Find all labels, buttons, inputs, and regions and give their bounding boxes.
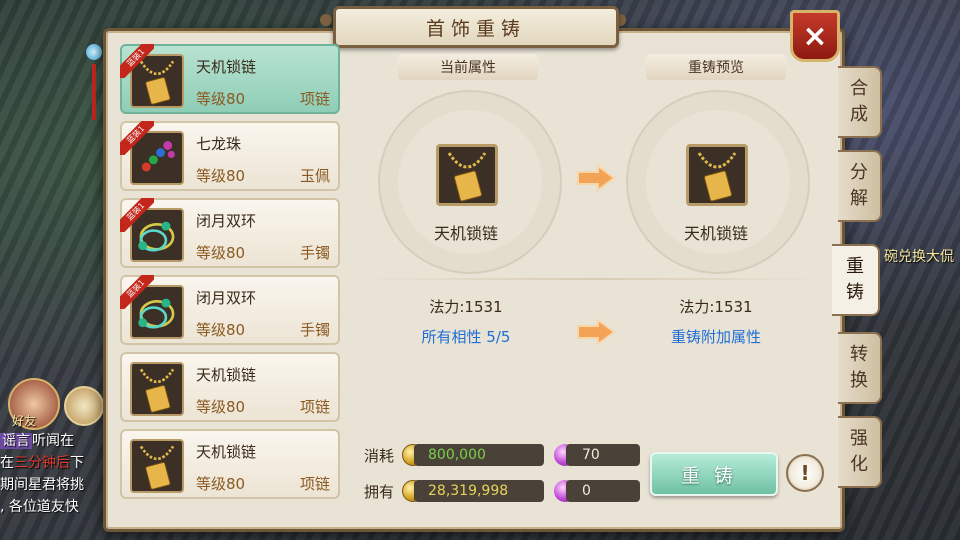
- list-item[interactable]: 蓝装1 闭月双环等级80 手镯: [120, 198, 340, 268]
- current-attr-header: 当前属性: [398, 54, 538, 80]
- item-type: 玉佩: [299, 167, 330, 185]
- chat-bubble-icon[interactable]: [64, 386, 104, 426]
- item-name: 七龙珠: [196, 135, 242, 153]
- own-gold: 28,319,998: [414, 480, 544, 502]
- pendant-decoration: [84, 44, 104, 134]
- list-item[interactable]: 蓝装1 天机锁链等级80 项链: [120, 44, 340, 114]
- tab-label: 化: [850, 454, 868, 475]
- badge-ribbon: 蓝装1: [120, 198, 154, 232]
- item-name: 闭月双环: [196, 212, 257, 230]
- tab-label: 铸: [846, 282, 864, 303]
- chat-line2-post: 下: [70, 455, 84, 471]
- chat-line2-red: 三分钟后: [14, 455, 70, 471]
- badge-text: 蓝装1: [120, 275, 154, 309]
- preview-stat: 法力:1531: [679, 298, 753, 316]
- tab-2[interactable]: 重铸: [832, 244, 880, 316]
- preview-header: 重铸预览: [646, 54, 786, 80]
- chat-tag: 谣言: [0, 433, 32, 449]
- scene-side-text: 碗兑换大侃: [884, 249, 954, 265]
- help-icon[interactable]: !: [786, 454, 824, 492]
- consume-gem: 70: [566, 444, 640, 466]
- tab-label: 解: [850, 188, 868, 209]
- list-item[interactable]: 天机锁链等级80 项链: [120, 429, 340, 499]
- consume-gold: 800,000: [414, 444, 544, 466]
- consume-label: 消耗: [364, 446, 395, 465]
- item-type: 手镯: [299, 244, 330, 262]
- tab-label: 合: [850, 78, 868, 99]
- close-icon: ×: [802, 18, 828, 54]
- chat-line3: 期间星君将挑: [0, 477, 84, 493]
- badge-ribbon: 蓝装1: [120, 275, 154, 309]
- item-type: 项链: [299, 398, 330, 416]
- current-stat: 法力:1531: [429, 298, 503, 316]
- title-wing-left: [320, 14, 332, 26]
- item-name: 天机锁链: [196, 443, 257, 461]
- bracelet-icon: [132, 221, 182, 260]
- arrow-right-icon: [577, 164, 616, 192]
- item-type: 项链: [299, 90, 330, 108]
- item-name: 天机锁链: [196, 366, 257, 384]
- badge-text: 蓝装1: [120, 121, 154, 155]
- chat-line2-pre: 在: [0, 455, 14, 471]
- tab-label: 重: [846, 256, 864, 277]
- preview-extra: 重铸附加属性: [670, 328, 761, 346]
- own-row: 拥有 28,319,998 0: [364, 479, 640, 503]
- arrow-right-icon: [577, 318, 616, 346]
- chat-line1: 听闻在: [32, 433, 74, 449]
- item-list[interactable]: 蓝装1 天机锁链 等级80 项链 蓝装1 七龙珠 等级80 玉佩 蓝装1 闭月双环 等级80 手镯 蓝装…: [120, 44, 342, 522]
- list-item[interactable]: 蓝装1 闭月双环等级80 手镯: [120, 275, 340, 345]
- consume-row: 消耗 800,000 70: [364, 443, 640, 467]
- attr-divider: [358, 278, 828, 280]
- item-name: 闭月双环: [196, 289, 257, 307]
- necklace-icon: [132, 368, 182, 414]
- tab-label: 换: [850, 370, 868, 391]
- tab-0[interactable]: 合成: [838, 66, 882, 138]
- tab-label: 转: [850, 344, 868, 365]
- tab-label: 成: [850, 104, 868, 125]
- tab-label: 强: [850, 428, 868, 449]
- necklace-icon: [697, 152, 737, 202]
- item-level: 等级80: [196, 475, 246, 493]
- preview-item-slot[interactable]: [686, 144, 748, 206]
- tab-3[interactable]: 转换: [838, 332, 882, 404]
- badge-text: 蓝装1: [120, 198, 154, 232]
- chat-line4: , 各位道友快: [0, 499, 79, 515]
- bracelet-icon: [132, 298, 182, 337]
- item-type: 项链: [299, 475, 330, 493]
- necklace-icon: [132, 445, 182, 491]
- badge-ribbon: 蓝装1: [120, 44, 154, 78]
- item-icon-slot: [130, 362, 184, 416]
- friend-label: 好友: [12, 414, 37, 428]
- own-gem: 0: [566, 480, 640, 502]
- list-item[interactable]: 天机锁链等级80 项链: [120, 352, 340, 422]
- pendant-icon: [132, 141, 182, 183]
- recast-button[interactable]: 重铸: [650, 452, 778, 496]
- item-level: 等级80: [196, 321, 246, 339]
- badge-ribbon: 蓝装1: [120, 121, 154, 155]
- list-item[interactable]: 蓝装1 七龙珠等级80 玉佩: [120, 121, 340, 191]
- item-level: 等级80: [196, 244, 246, 262]
- panel-title-text: 首饰重铸: [425, 17, 526, 40]
- item-level: 等级80: [196, 90, 246, 108]
- current-item-name: 天机锁链: [433, 224, 498, 243]
- preview-item-name: 天机锁链: [683, 224, 748, 243]
- tab-label: 分: [850, 162, 868, 183]
- current-extra: 所有相性 5/5: [421, 328, 511, 346]
- item-name: 天机锁链: [196, 58, 257, 76]
- own-label: 拥有: [364, 482, 395, 501]
- badge-text: 蓝装1: [120, 44, 154, 78]
- close-button[interactable]: ×: [790, 10, 840, 62]
- item-type: 手镯: [299, 321, 330, 339]
- panel-title: 首饰重铸: [333, 6, 619, 48]
- current-item-slot[interactable]: [436, 144, 498, 206]
- item-level: 等级80: [196, 398, 246, 416]
- chat-panel[interactable]: 谣言 听闻在 在三分钟后下 期间星君将挑 , 各位道友快: [0, 430, 110, 518]
- tab-4[interactable]: 强化: [838, 416, 882, 488]
- necklace-icon: [132, 60, 182, 106]
- item-icon-slot: [130, 439, 184, 493]
- item-level: 等级80: [196, 167, 246, 185]
- necklace-icon: [447, 152, 487, 202]
- tab-1[interactable]: 分解: [838, 150, 882, 222]
